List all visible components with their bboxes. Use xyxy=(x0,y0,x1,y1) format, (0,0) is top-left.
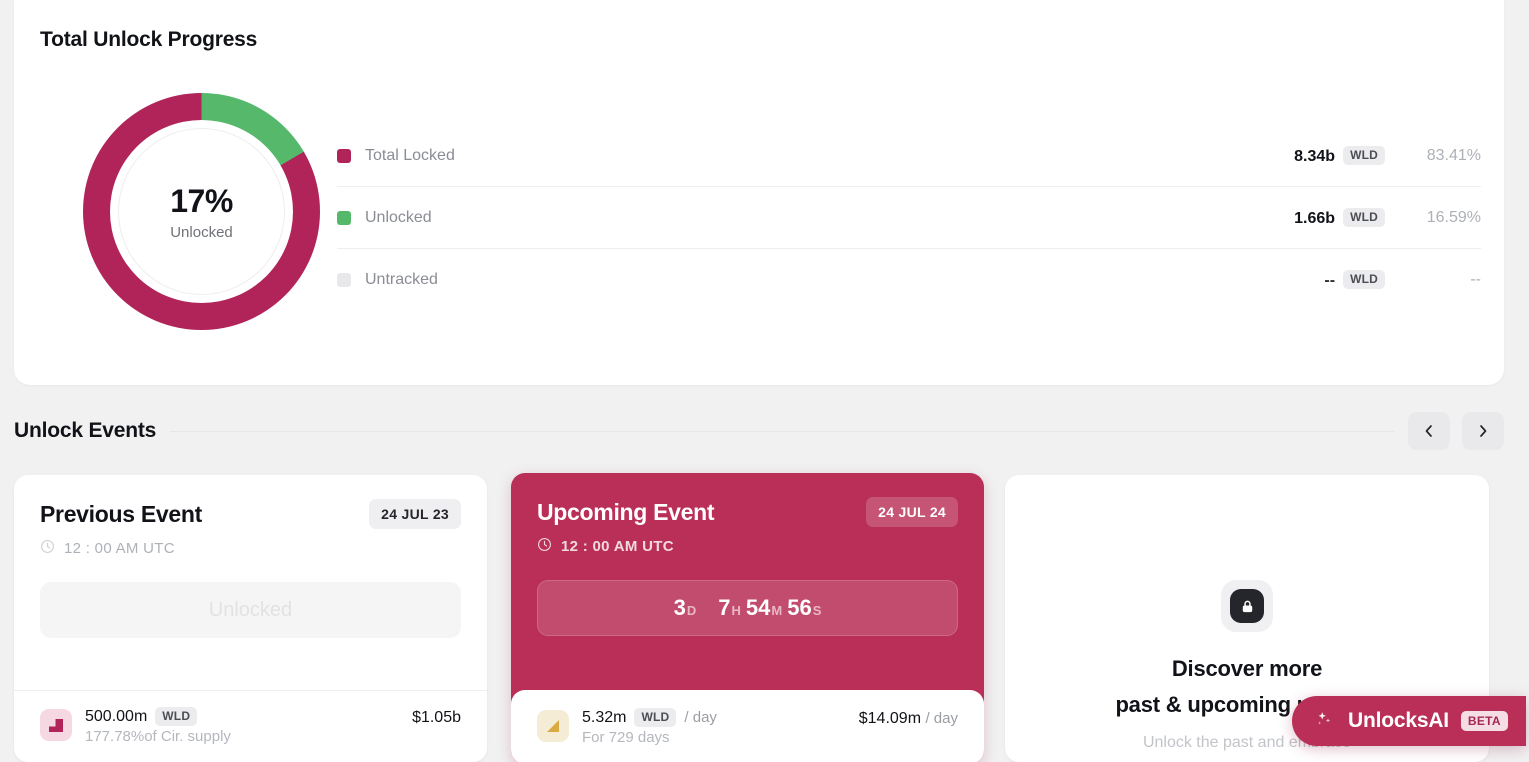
sparkles-icon xyxy=(1314,708,1336,735)
previous-event-amount: 500.00m WLD xyxy=(85,707,412,726)
upcoming-event-duration-note: For 729 days xyxy=(582,729,670,746)
legend-percent-untracked: -- xyxy=(1470,271,1481,288)
ticker-chip: WLD xyxy=(155,707,198,726)
total-unlock-progress-card: Total Unlock Progress 17% Unlocked Total… xyxy=(14,0,1504,385)
previous-event-header: Previous Event 24 JUL 23 12 : 00 AM UTC xyxy=(14,475,487,558)
donut-percent-caption: Unlocked xyxy=(170,223,233,241)
page-title: Total Unlock Progress xyxy=(40,28,258,51)
legend-label-untracked: Untracked xyxy=(365,271,438,288)
divider xyxy=(170,430,1394,432)
unlock-legend-table: Total Locked 8.34b WLD 83.41% Unlocked 1.… xyxy=(337,125,1481,311)
carousel-next-button[interactable] xyxy=(1462,412,1504,450)
upcoming-event-amount: 5.32m WLD / day xyxy=(582,708,717,727)
legend-percent-total-locked: 83.41% xyxy=(1426,146,1481,164)
clock-icon xyxy=(40,539,55,558)
unlocks-ai-button[interactable]: UnlocksAI BETA xyxy=(1292,696,1526,746)
ticker-chip: WLD xyxy=(1343,270,1385,289)
donut-center-label: 17% Unlocked xyxy=(83,93,320,330)
legend-swatch-untracked xyxy=(337,273,351,287)
upcoming-event-usd-value: $14.09m / day xyxy=(858,710,958,727)
legend-label-total-locked: Total Locked xyxy=(365,146,455,164)
legend-row-untracked: Untracked -- WLD -- xyxy=(337,249,1481,311)
lock-badge xyxy=(1221,580,1273,632)
previous-event-status: Unlocked xyxy=(40,582,461,638)
previous-event-usd-value: $1.05b xyxy=(412,709,461,726)
countdown-hours: 7H xyxy=(718,595,741,620)
previous-event-amount-row: 500.00m WLD 177.78%of Cir. supply $1.05b xyxy=(14,690,487,762)
cliff-unlock-icon xyxy=(40,709,72,741)
unlock-events-title: Unlock Events xyxy=(14,419,157,442)
legend-amount-total-locked: 8.34b WLD xyxy=(1294,145,1385,166)
legend-row-unlocked: Unlocked 1.66b WLD 16.59% xyxy=(337,187,1481,249)
ticker-chip: WLD xyxy=(1343,207,1385,227)
chevron-right-icon xyxy=(1475,423,1491,439)
previous-event-title: Previous Event xyxy=(40,500,202,527)
upcoming-event-date-badge: 24 JUL 24 xyxy=(866,497,958,527)
carousel-nav xyxy=(1408,412,1504,450)
countdown-days: 3D xyxy=(673,595,697,620)
legend-swatch-unlocked xyxy=(337,210,351,225)
upcoming-event-time: 12 : 00 AM UTC xyxy=(537,537,958,556)
legend-row-total-locked: Total Locked 8.34b WLD 83.41% xyxy=(337,125,1481,187)
unlock-events-header: Unlock Events xyxy=(14,412,1504,450)
previous-event-date-badge: 24 JUL 23 xyxy=(369,499,461,529)
legend-amount-unlocked: 1.66b WLD xyxy=(1294,207,1385,228)
upcoming-event-amount-row: 5.32m WLD / day For 729 days $14.09m / day xyxy=(511,690,984,762)
page-root: Total Unlock Progress 17% Unlocked Total… xyxy=(0,0,1529,762)
discover-more-title-line1: Discover more xyxy=(1171,656,1323,681)
upcoming-event-countdown: 3D 7H 54 M 56 S xyxy=(537,580,958,636)
upcoming-event-time-label: 12 : 00 AM UTC xyxy=(561,538,674,555)
unlock-progress-donut-chart: 17% Unlocked xyxy=(83,93,320,330)
previous-event-time: 12 : 00 AM UTC xyxy=(40,539,461,558)
legend-percent-unlocked: 16.59% xyxy=(1426,208,1481,226)
upcoming-event-header: Upcoming Event 24 JUL 24 12 : 00 AM UTC xyxy=(511,473,984,556)
clock-icon xyxy=(537,537,552,556)
linear-vesting-icon xyxy=(537,710,569,742)
previous-event-card[interactable]: Previous Event 24 JUL 23 12 : 00 AM UTC … xyxy=(14,475,487,762)
countdown-minutes: 54 M xyxy=(745,595,783,620)
previous-event-time-label: 12 : 00 AM UTC xyxy=(64,540,175,557)
unlocks-ai-label: UnlocksAI xyxy=(1348,709,1449,732)
ticker-chip: WLD xyxy=(1343,145,1385,165)
upcoming-event-title: Upcoming Event xyxy=(537,498,715,525)
unlock-events-carousel: Previous Event 24 JUL 23 12 : 00 AM UTC … xyxy=(14,473,1504,762)
carousel-prev-button[interactable] xyxy=(1408,412,1450,450)
beta-badge: BETA xyxy=(1460,711,1508,731)
lock-icon xyxy=(1230,589,1264,623)
chevron-left-icon xyxy=(1421,423,1437,439)
donut-percent-value: 17% xyxy=(170,182,233,219)
legend-label-unlocked: Unlocked xyxy=(365,208,432,226)
ticker-chip: WLD xyxy=(634,708,677,727)
countdown-seconds: 56 S xyxy=(787,595,822,620)
previous-event-supply-note: 177.78%of Cir. supply xyxy=(85,728,231,745)
upcoming-event-card[interactable]: Upcoming Event 24 JUL 24 12 : 00 AM UTC … xyxy=(511,473,984,762)
legend-swatch-total-locked xyxy=(337,148,351,163)
legend-amount-untracked: -- WLD xyxy=(1324,270,1385,290)
